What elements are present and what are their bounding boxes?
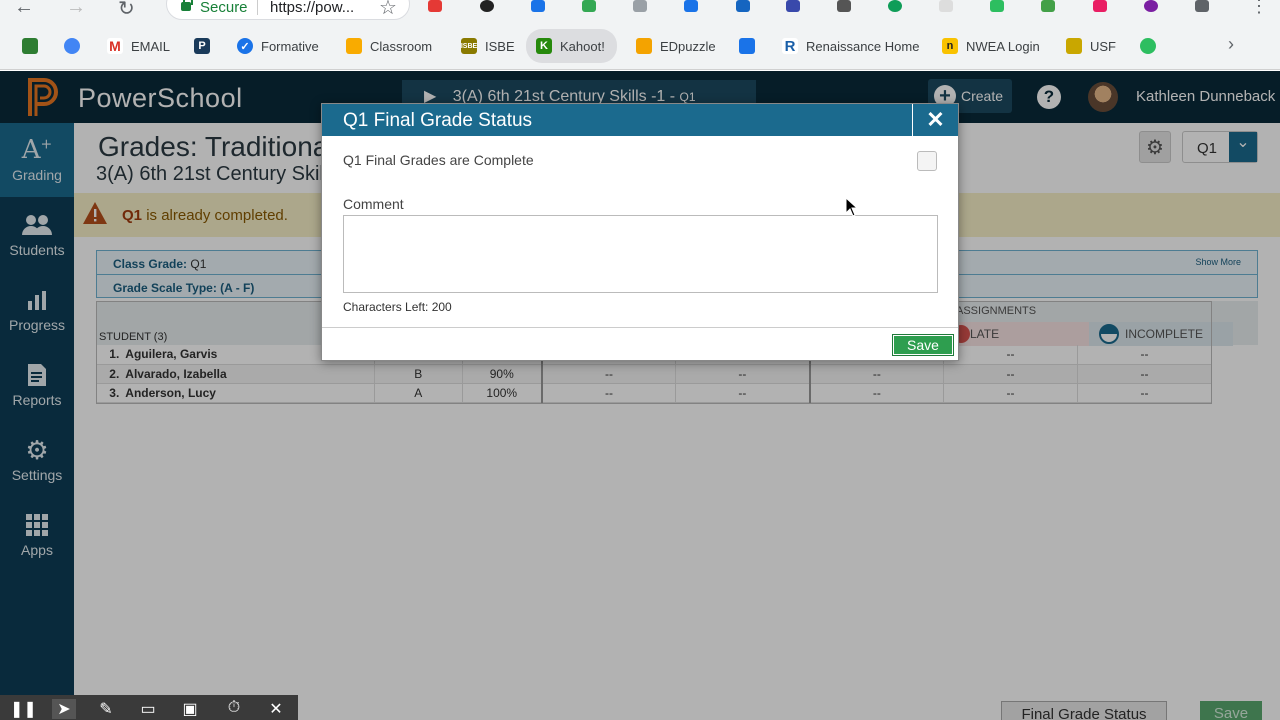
final-grade-status-dialog: Q1 Final Grade Status ✕ Q1 Final Grades … <box>321 103 959 361</box>
bookmark-email[interactable]: M EMAIL <box>107 34 170 58</box>
browser-toolbar: ← → ↻ Secure https://pow... ☆ ⋮ <box>0 0 1280 22</box>
p-box-icon: P <box>194 38 210 54</box>
usf-icon <box>1066 38 1082 54</box>
extension-icon[interactable] <box>1093 0 1107 12</box>
bookmark-item[interactable] <box>1140 34 1164 58</box>
mouse-cursor-icon <box>845 197 859 217</box>
bookmark-isbe[interactable]: ISBE ISBE <box>461 34 515 58</box>
extension-icon[interactable] <box>633 0 647 12</box>
forward-icon[interactable]: → <box>66 0 86 19</box>
bookmark-edpuzzle[interactable]: EDpuzzle <box>636 34 716 58</box>
bookmarks-bar: M EMAIL P ✓ Formative Classroom ISBE ISBE K… <box>0 22 1280 70</box>
extension-icon[interactable] <box>837 0 851 12</box>
bookmark-label: Kahoot! <box>560 38 605 54</box>
kahoot-icon: K <box>536 38 552 54</box>
close-icon[interactable]: ✕ <box>912 104 958 136</box>
grades-complete-label: Q1 Final Grades are Complete <box>343 152 534 168</box>
bookmark-label: Formative <box>261 38 319 54</box>
browser-menu-icon[interactable]: ⋮ <box>1250 0 1268 17</box>
comment-label: Comment <box>343 196 404 212</box>
bookmark-label: Classroom <box>370 38 433 54</box>
bookmark-star-icon[interactable]: ☆ <box>379 0 397 20</box>
book-icon <box>22 38 38 54</box>
secure-label: Secure <box>200 0 248 16</box>
gmail-icon: M <box>107 38 123 54</box>
url-text[interactable]: https://pow... <box>270 0 354 16</box>
bookmark-item[interactable] <box>739 34 763 58</box>
extension-icon[interactable] <box>531 0 545 12</box>
timer-icon[interactable]: ⏱ <box>222 699 246 719</box>
bookmark-item[interactable]: P <box>194 34 218 58</box>
bookmark-label: EMAIL <box>131 38 171 54</box>
bookmark-usf[interactable]: USF <box>1066 34 1116 58</box>
bookmark-label: EDpuzzle <box>660 38 716 54</box>
bookmark-formative[interactable]: ✓ Formative <box>237 34 319 58</box>
dialog-header: Q1 Final Grade Status ✕ <box>322 104 958 136</box>
nwea-icon: n <box>942 38 958 54</box>
puzzle-icon <box>636 38 652 54</box>
bookmark-label: Renaissance Home <box>806 38 920 54</box>
cast-icon[interactable] <box>1195 0 1209 12</box>
close-icon[interactable]: ✕ <box>264 699 288 719</box>
isbe-icon: ISBE <box>461 38 477 54</box>
bookmark-label: ISBE <box>485 38 515 54</box>
lock-icon <box>181 0 193 11</box>
url-separator <box>257 0 258 15</box>
extension-icon[interactable] <box>428 0 442 12</box>
extension-icon[interactable] <box>1041 0 1055 12</box>
address-bar[interactable]: Secure https://pow... ☆ <box>166 0 410 20</box>
bookmark-classroom[interactable]: Classroom <box>346 34 432 58</box>
dialog-title: Q1 Final Grade Status <box>343 110 533 131</box>
extension-icon[interactable] <box>736 0 750 12</box>
chevron-right-icon[interactable]: › <box>1228 34 1234 55</box>
bookmark-nwea[interactable]: n NWEA Login <box>942 34 1040 58</box>
grades-complete-checkbox[interactable] <box>917 151 937 171</box>
pause-icon[interactable]: ❚❚ <box>10 699 37 719</box>
pointer-icon[interactable]: ➤ <box>52 699 76 719</box>
extension-icon[interactable] <box>990 0 1004 12</box>
bookmark-label: NWEA Login <box>966 38 1040 54</box>
extension-icon[interactable] <box>888 0 902 12</box>
chat-icon <box>739 38 755 54</box>
eraser-icon[interactable]: ▭ <box>136 699 160 719</box>
comment-textarea[interactable] <box>343 215 938 293</box>
camera-icon[interactable]: ▣ <box>178 699 202 719</box>
reload-icon[interactable]: ↻ <box>118 0 135 21</box>
save-button[interactable]: Save <box>892 334 954 356</box>
bookmark-item[interactable] <box>64 34 88 58</box>
bookmark-kahoot[interactable]: K Kahoot! <box>526 29 617 63</box>
bookmark-item[interactable] <box>22 34 46 58</box>
back-icon[interactable]: ← <box>14 0 34 19</box>
r-letter-icon: R <box>782 38 798 55</box>
check-circle-icon: ✓ <box>237 38 253 54</box>
divider <box>322 327 958 328</box>
globe-icon <box>64 38 80 54</box>
extension-icon[interactable] <box>582 0 596 12</box>
extension-icon[interactable] <box>1144 0 1158 12</box>
extension-icon[interactable] <box>939 0 953 12</box>
extension-icon[interactable] <box>786 0 800 12</box>
evernote-icon <box>1140 38 1156 54</box>
recording-toolbar: ❚❚ ➤ ✎ ▭ ▣ ⏱ ✕ <box>0 695 298 720</box>
characters-left: Characters Left: 200 <box>343 300 452 314</box>
bookmark-renaissance[interactable]: R Renaissance Home <box>782 34 919 58</box>
bookmark-label: USF <box>1090 38 1116 54</box>
extension-icon[interactable] <box>684 0 698 12</box>
extension-icon[interactable] <box>480 0 494 12</box>
pen-icon[interactable]: ✎ <box>94 699 118 719</box>
classroom-icon <box>346 38 362 54</box>
